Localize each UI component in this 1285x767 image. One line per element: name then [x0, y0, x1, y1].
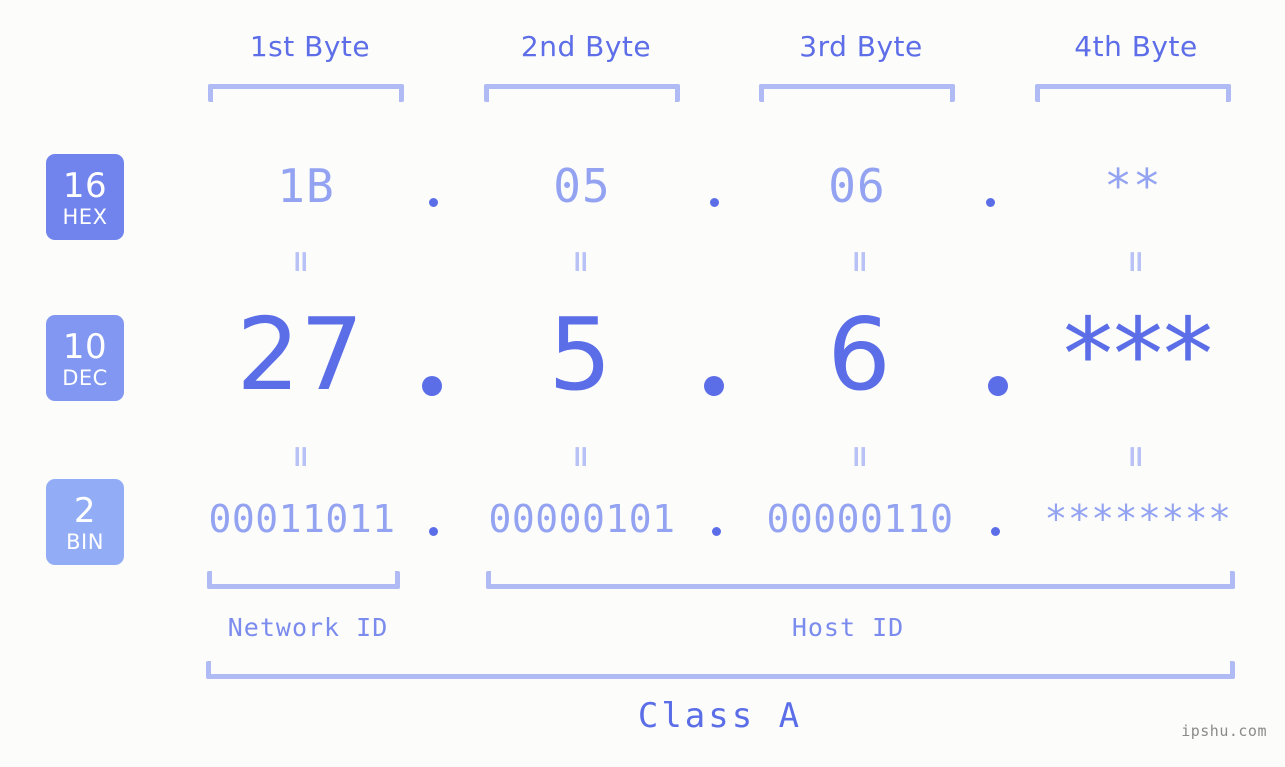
- base-badge-hex-number: 16: [62, 165, 108, 206]
- bin-dot-separator-3: [991, 527, 1000, 536]
- network-id-bracket: [207, 571, 400, 589]
- class-bracket: [206, 661, 1235, 679]
- bin-value-byte-1: 00011011: [208, 497, 396, 541]
- equals-separator-decbin-3: =: [842, 444, 877, 470]
- byte-header-label-2: 2nd Byte: [520, 30, 652, 63]
- hex-dot-separator-1: [429, 198, 438, 207]
- bin-value-byte-4: ********: [1044, 497, 1232, 541]
- equals-separator-decbin-2: =: [563, 444, 598, 470]
- bin-value-byte-3: 00000110: [766, 497, 954, 541]
- base-badge-bin-name: BIN: [66, 529, 104, 554]
- ip-byte-diagram: 1st Byte 2nd Byte 3rd Byte 4th Byte 16 H…: [0, 0, 1285, 767]
- host-id-bracket: [486, 571, 1235, 589]
- dec-value-byte-1: 27: [236, 296, 364, 413]
- byte-bracket-1: [208, 84, 404, 102]
- byte-header-label-3: 3rd Byte: [799, 30, 923, 63]
- host-id-label: Host ID: [791, 613, 905, 642]
- base-badge-hex: 16 HEX: [46, 154, 124, 240]
- hex-value-byte-4: **: [1104, 159, 1162, 213]
- bin-value-byte-2: 00000101: [488, 497, 676, 541]
- dec-value-byte-3: 6: [827, 296, 891, 413]
- dec-dot-separator-2: [704, 376, 724, 396]
- base-badge-bin: 2 BIN: [46, 479, 124, 565]
- site-watermark: ipshu.com: [1181, 722, 1267, 740]
- byte-bracket-2: [484, 84, 680, 102]
- equals-separator-decbin-1: =: [283, 444, 318, 470]
- byte-header-label-4: 4th Byte: [1074, 30, 1198, 63]
- network-id-label: Network ID: [227, 613, 389, 642]
- hex-value-byte-3: 06: [828, 159, 886, 213]
- byte-header-label-1: 1st Byte: [249, 30, 371, 63]
- equals-separator-hexdec-1: =: [283, 249, 318, 275]
- byte-bracket-3: [759, 84, 955, 102]
- class-label: Class A: [637, 696, 803, 736]
- dec-value-byte-4: ***: [1063, 296, 1213, 413]
- base-badge-bin-number: 2: [73, 490, 97, 531]
- dec-value-byte-2: 5: [548, 296, 612, 413]
- base-badge-dec: 10 DEC: [46, 315, 124, 401]
- base-badge-hex-name: HEX: [62, 204, 108, 229]
- equals-separator-hexdec-4: =: [1118, 249, 1153, 275]
- hex-value-byte-2: 05: [553, 159, 611, 213]
- hex-dot-separator-2: [710, 198, 719, 207]
- dec-dot-separator-3: [988, 376, 1008, 396]
- hex-dot-separator-3: [986, 198, 995, 207]
- byte-bracket-4: [1035, 84, 1231, 102]
- dec-dot-separator-1: [422, 376, 442, 396]
- equals-separator-hexdec-3: =: [842, 249, 877, 275]
- equals-separator-decbin-4: =: [1118, 444, 1153, 470]
- bin-dot-separator-2: [712, 527, 721, 536]
- base-badge-dec-number: 10: [62, 326, 108, 367]
- bin-dot-separator-1: [429, 527, 438, 536]
- base-badge-dec-name: DEC: [62, 365, 108, 390]
- equals-separator-hexdec-2: =: [563, 249, 598, 275]
- hex-value-byte-1: 1B: [277, 159, 335, 213]
